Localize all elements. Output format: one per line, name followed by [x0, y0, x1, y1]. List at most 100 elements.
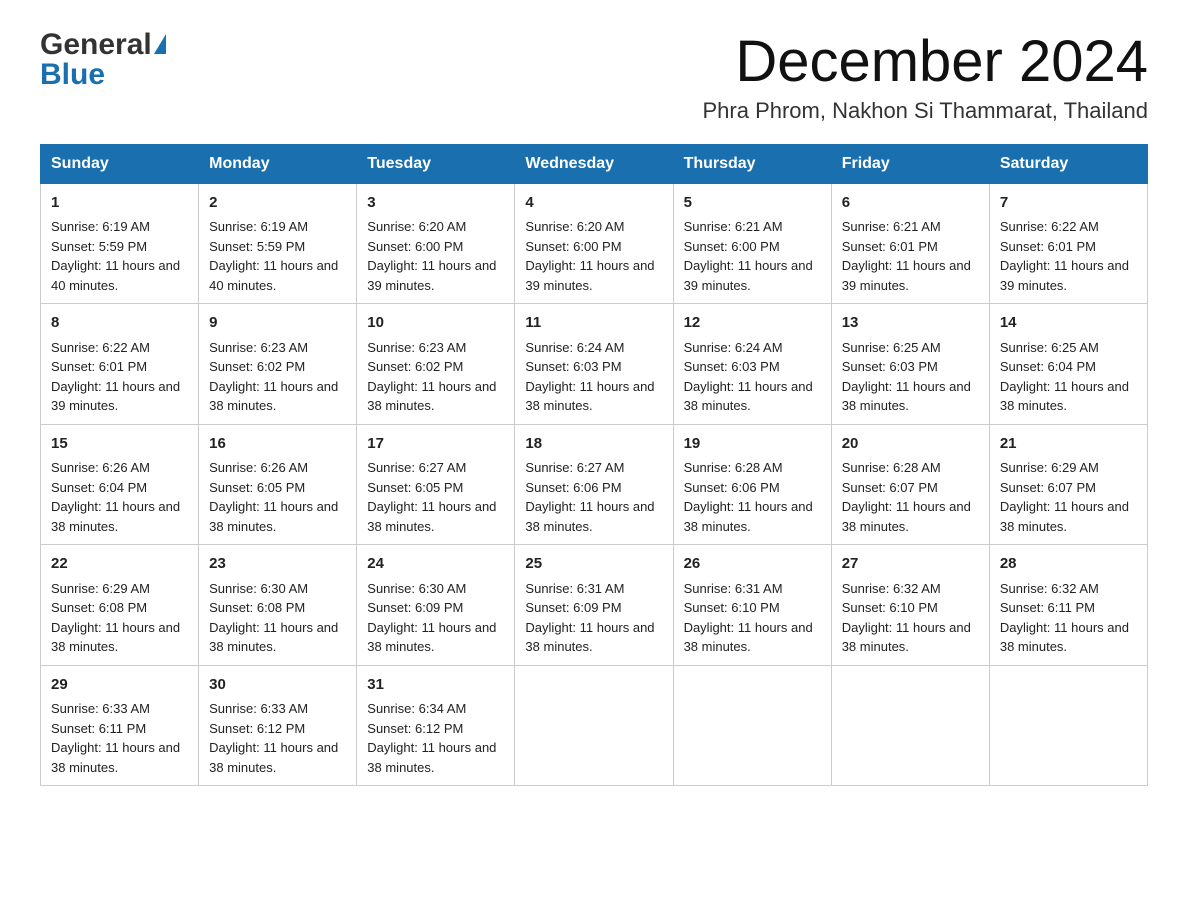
calendar-cell [989, 665, 1147, 786]
day-number: 5 [684, 192, 821, 215]
calendar-week-4: 22 Sunrise: 6:29 AM Sunset: 6:08 PM Dayligh… [41, 545, 1148, 666]
daylight-label: Daylight: 11 hours and 38 minutes. [684, 620, 813, 655]
day-number: 18 [525, 433, 662, 456]
calendar-cell: 9Sunrise: 6:23 AMSunset: 6:02 PMDaylight… [199, 304, 357, 425]
sunset-label: Sunset: 6:10 PM [842, 600, 938, 615]
calendar-cell: 5Sunrise: 6:21 AMSunset: 6:00 PMDaylight… [673, 183, 831, 304]
calendar-cell: 4Sunrise: 6:20 AMSunset: 6:00 PMDaylight… [515, 183, 673, 304]
calendar-cell: 2Sunrise: 6:19 AMSunset: 5:59 PMDaylight… [199, 183, 357, 304]
location-title: Phra Phrom, Nakhon Si Thammarat, Thailan… [702, 98, 1148, 124]
sunrise-label: Sunrise: 6:22 AM [1000, 219, 1099, 234]
daylight-label: Daylight: 11 hours and 38 minutes. [209, 740, 338, 775]
page-header: General Blue December 2024 Phra Phrom, N… [40, 30, 1148, 124]
daylight-label: Daylight: 11 hours and 38 minutes. [1000, 379, 1129, 414]
sunrise-label: Sunrise: 6:20 AM [525, 219, 624, 234]
sunrise-label: Sunrise: 6:29 AM [51, 581, 150, 596]
daylight-label: Daylight: 11 hours and 38 minutes. [525, 499, 654, 534]
sunrise-label: Sunrise: 6:32 AM [1000, 581, 1099, 596]
calendar-cell: 3Sunrise: 6:20 AMSunset: 6:00 PMDaylight… [357, 183, 515, 304]
sunrise-label: Sunrise: 6:24 AM [684, 340, 783, 355]
sunrise-label: Sunrise: 6:23 AM [367, 340, 466, 355]
day-number: 4 [525, 192, 662, 215]
calendar-cell: 12Sunrise: 6:24 AMSunset: 6:03 PMDayligh… [673, 304, 831, 425]
sunrise-label: Sunrise: 6:25 AM [842, 340, 941, 355]
day-number: 11 [525, 312, 662, 335]
sunrise-label: Sunrise: 6:27 AM [525, 460, 624, 475]
sunset-label: Sunset: 6:00 PM [525, 239, 621, 254]
calendar-cell [515, 665, 673, 786]
daylight-label: Daylight: 11 hours and 38 minutes. [1000, 499, 1129, 534]
day-number: 7 [1000, 192, 1137, 215]
calendar-cell: 14Sunrise: 6:25 AMSunset: 6:04 PMDayligh… [989, 304, 1147, 425]
calendar-cell: 31Sunrise: 6:34 AMSunset: 6:12 PMDayligh… [357, 665, 515, 786]
daylight-label: Daylight: 11 hours and 38 minutes. [684, 379, 813, 414]
day-number: 12 [684, 312, 821, 335]
calendar-cell: 20Sunrise: 6:28 AMSunset: 6:07 PMDayligh… [831, 424, 989, 545]
calendar-cell: 25Sunrise: 6:31 AMSunset: 6:09 PMDayligh… [515, 545, 673, 666]
sunset-label: Sunset: 6:09 PM [367, 600, 463, 615]
header-sunday: Sunday [41, 144, 199, 183]
title-block: December 2024 Phra Phrom, Nakhon Si Tham… [702, 30, 1148, 124]
calendar-cell: 17Sunrise: 6:27 AMSunset: 6:05 PMDayligh… [357, 424, 515, 545]
calendar-cell: 13Sunrise: 6:25 AMSunset: 6:03 PMDayligh… [831, 304, 989, 425]
daylight-label: Daylight: 11 hours and 39 minutes. [1000, 258, 1129, 293]
calendar-week-3: 15Sunrise: 6:26 AMSunset: 6:04 PMDayligh… [41, 424, 1148, 545]
day-number: 9 [209, 312, 346, 335]
calendar-cell: 16Sunrise: 6:26 AMSunset: 6:05 PMDayligh… [199, 424, 357, 545]
day-number: 8 [51, 312, 188, 335]
daylight-label: Daylight: 11 hours and 38 minutes. [51, 620, 180, 655]
calendar-cell: 6Sunrise: 6:21 AMSunset: 6:01 PMDaylight… [831, 183, 989, 304]
sunrise-label: Sunrise: 6:34 AM [367, 701, 466, 716]
sunrise-label: Sunrise: 6:21 AM [842, 219, 941, 234]
calendar-cell: 11Sunrise: 6:24 AMSunset: 6:03 PMDayligh… [515, 304, 673, 425]
daylight-label: Daylight: 11 hours and 38 minutes. [367, 499, 496, 534]
day-number: 31 [367, 674, 504, 697]
daylight-label: Daylight: 11 hours and 38 minutes. [842, 499, 971, 534]
sunrise-label: Sunrise: 6:25 AM [1000, 340, 1099, 355]
sunrise-label: Sunrise: 6:24 AM [525, 340, 624, 355]
day-number: 6 [842, 192, 979, 215]
day-number: 10 [367, 312, 504, 335]
daylight-label: Daylight: 11 hours and 38 minutes. [209, 499, 338, 534]
logo-blue-text: Blue [40, 58, 105, 91]
daylight-label: Daylight: 11 hours and 38 minutes. [525, 379, 654, 414]
calendar-week-2: 8Sunrise: 6:22 AMSunset: 6:01 PMDaylight… [41, 304, 1148, 425]
sunset-label: Sunset: 6:08 PM [209, 600, 305, 615]
daylight-label: Daylight: 11 hours and 39 minutes. [51, 379, 180, 414]
calendar-table: SundayMondayTuesdayWednesdayThursdayFrid… [40, 144, 1148, 787]
sunset-label: Sunset: 6:08 PM [51, 600, 147, 615]
daylight-label: Daylight: 11 hours and 38 minutes. [842, 379, 971, 414]
daylight-label: Daylight: 11 hours and 38 minutes. [1000, 620, 1129, 655]
sunrise-label: Sunrise: 6:33 AM [209, 701, 308, 716]
day-number: 15 [51, 433, 188, 456]
daylight-label: Daylight: 11 hours and 40 minutes. [51, 258, 180, 293]
day-number: 1 [51, 192, 188, 215]
daylight-label: Daylight: 11 hours and 39 minutes. [842, 258, 971, 293]
day-number: 20 [842, 433, 979, 456]
header-monday: Monday [199, 144, 357, 183]
sunrise-label: Sunrise: 6:26 AM [51, 460, 150, 475]
daylight-label: Daylight: 11 hours and 38 minutes. [209, 379, 338, 414]
daylight-label: Daylight: 11 hours and 38 minutes. [51, 499, 180, 534]
sunset-label: Sunset: 6:06 PM [525, 480, 621, 495]
logo-general-text: General [40, 30, 152, 60]
sunset-label: Sunset: 6:00 PM [684, 239, 780, 254]
daylight-label: Daylight: 11 hours and 38 minutes. [209, 620, 338, 655]
day-number: 23 [209, 553, 346, 576]
calendar-cell: 21Sunrise: 6:29 AMSunset: 6:07 PMDayligh… [989, 424, 1147, 545]
sunrise-label: Sunrise: 6:27 AM [367, 460, 466, 475]
sunrise-label: Sunrise: 6:32 AM [842, 581, 941, 596]
day-number: 30 [209, 674, 346, 697]
sunrise-label: Sunrise: 6:28 AM [842, 460, 941, 475]
month-title: December 2024 [702, 30, 1148, 94]
calendar-header-row: SundayMondayTuesdayWednesdayThursdayFrid… [41, 144, 1148, 183]
calendar-cell [673, 665, 831, 786]
calendar-cell [831, 665, 989, 786]
day-number: 3 [367, 192, 504, 215]
calendar-cell: 30 Sunrise: 6:33 AM Sunset: 6:12 PM Dayligh… [199, 665, 357, 786]
day-number: 22 [51, 553, 188, 576]
calendar-cell: 29Sunrise: 6:33 AMSunset: 6:11 PMDayligh… [41, 665, 199, 786]
sunset-label: Sunset: 6:12 PM [209, 721, 305, 736]
day-number: 13 [842, 312, 979, 335]
calendar-cell: 15Sunrise: 6:26 AMSunset: 6:04 PMDayligh… [41, 424, 199, 545]
